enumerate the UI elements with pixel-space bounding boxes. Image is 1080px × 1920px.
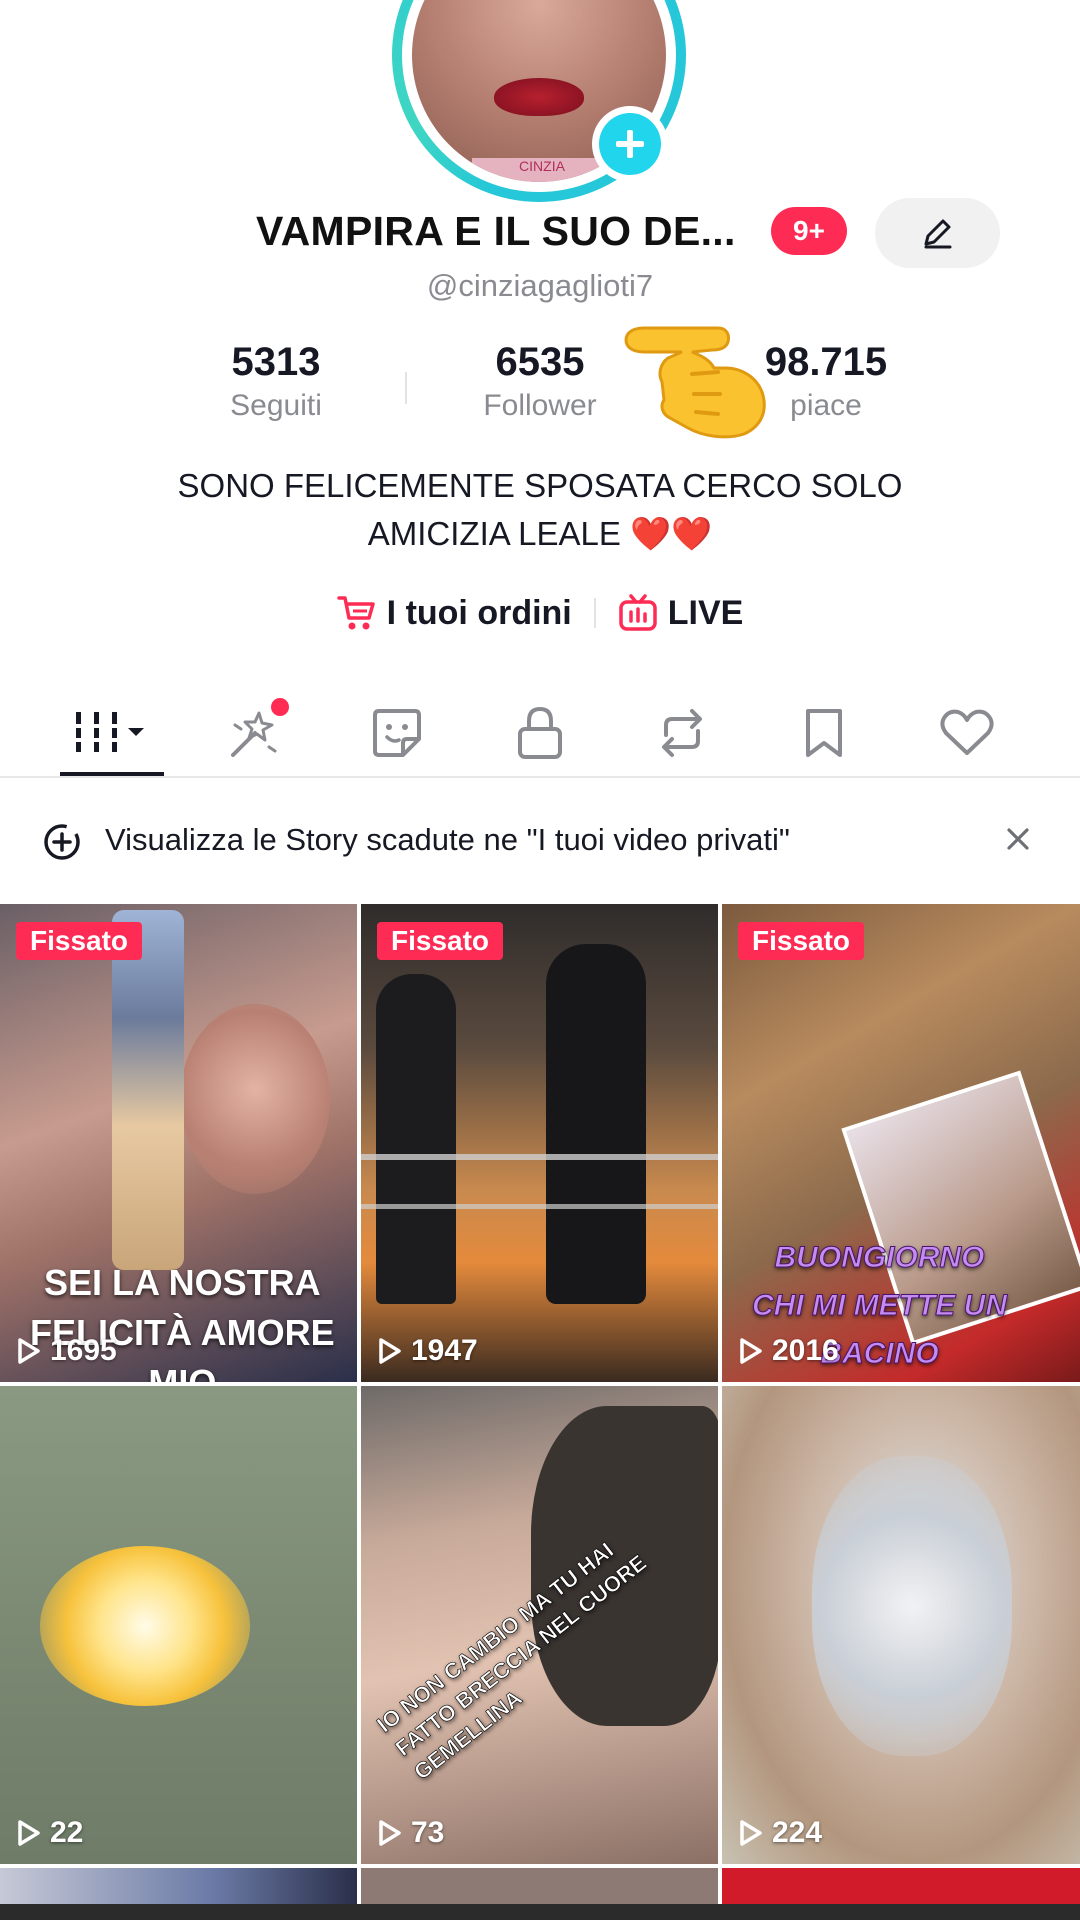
play-icon — [18, 1820, 40, 1846]
orders-link[interactable]: I tuoi ordini — [336, 593, 572, 633]
display-name: VAMPIRA E IL SUO DE... — [256, 208, 736, 254]
orders-label: I tuoi ordini — [386, 593, 572, 632]
close-icon[interactable] — [1003, 824, 1033, 854]
pinned-badge: Fissato — [16, 922, 143, 960]
active-tab-indicator — [60, 772, 164, 776]
add-story-button[interactable] — [592, 106, 668, 182]
bookmark-icon — [806, 709, 842, 757]
view-count-value: 1947 — [411, 1334, 478, 1367]
pointing-hand-emoji-icon — [624, 326, 766, 439]
notification-badge[interactable]: 9+ — [771, 207, 847, 255]
figure-graphic — [546, 944, 646, 1304]
play-icon — [18, 1338, 40, 1364]
followers-label: Follower — [483, 389, 597, 422]
following-count: 5313 — [231, 340, 321, 384]
play-icon — [740, 1820, 762, 1846]
lock-icon — [518, 706, 562, 759]
view-count: 22 — [16, 1816, 83, 1850]
video-thumbnail[interactable]: Fissato BUONGIORNO CHI MI METTE UN BACIN… — [722, 904, 1080, 1382]
edit-profile-button[interactable] — [875, 198, 1000, 268]
video-thumbnail[interactable]: Fissato 1947 — [361, 904, 718, 1382]
avatar-caption: CINZIA — [472, 158, 612, 182]
play-icon — [379, 1338, 401, 1364]
video-grid: Fissato SEI LA NOSTRA FELICITÀ AMORE MIO… — [0, 904, 1080, 1920]
video-thumbnail[interactable]: IO NON CAMBIO MA TU HAI FATTO BRECCIA NE… — [361, 1386, 718, 1864]
view-count: 73 — [377, 1816, 444, 1850]
profile-links: I tuoi ordini LIVE — [0, 588, 1080, 638]
tab-videos[interactable] — [42, 690, 182, 776]
view-count-value: 2016 — [772, 1334, 839, 1367]
tab-effects[interactable] — [183, 690, 323, 776]
view-count-value: 73 — [411, 1816, 445, 1849]
bio-line-1: SONO FELICEMENTE SPOSATA CERCO SOLO — [177, 467, 903, 504]
bottom-navigation-edge — [0, 1904, 1080, 1920]
railing-graphic — [361, 1154, 718, 1160]
view-count: 224 — [738, 1816, 822, 1850]
avatar-lips — [494, 78, 584, 116]
sticker-face-icon — [373, 709, 421, 757]
pencil-icon — [924, 219, 952, 249]
magic-wand-icon — [231, 711, 277, 757]
tab-stickers[interactable] — [327, 690, 467, 776]
view-count-value: 1695 — [50, 1334, 117, 1367]
plus-icon — [599, 113, 661, 175]
video-thumbnail[interactable]: 224 — [722, 1386, 1080, 1864]
railing-graphic — [361, 1204, 718, 1209]
play-icon — [740, 1338, 762, 1364]
view-count-value: 22 — [50, 1816, 84, 1849]
links-divider — [593, 598, 596, 628]
shopping-cart-icon — [336, 596, 375, 630]
view-count: 2016 — [738, 1334, 839, 1368]
following-label: Seguiti — [230, 389, 322, 422]
video-thumbnail[interactable]: 22 — [0, 1386, 357, 1864]
repost-icon — [662, 709, 702, 757]
bio-hearts: ❤️❤️ — [630, 515, 713, 552]
pinned-badge: Fissato — [738, 922, 865, 960]
bio: SONO FELICEMENTE SPOSATA CERCO SOLO AMIC… — [0, 462, 1080, 558]
followers-count: 6535 — [495, 340, 585, 384]
play-icon — [379, 1820, 401, 1846]
tab-liked[interactable] — [897, 690, 1037, 776]
grid-videos-icon — [72, 712, 144, 752]
tab-private[interactable] — [470, 690, 610, 776]
profile-tabs — [0, 690, 1080, 778]
tab-saved[interactable] — [754, 690, 894, 776]
view-count: 1695 — [16, 1334, 117, 1368]
live-tv-icon — [619, 594, 657, 631]
live-link[interactable]: LIVE — [618, 593, 744, 633]
video-thumbnail[interactable]: Fissato SEI LA NOSTRA FELICITÀ AMORE MIO… — [0, 904, 357, 1382]
pinned-badge: Fissato — [377, 922, 504, 960]
light-blob-graphic — [40, 1546, 250, 1706]
tab-reposts[interactable] — [612, 690, 752, 776]
view-count: 1947 — [377, 1334, 478, 1368]
username: @cinziagaglioti7 — [426, 268, 654, 303]
expired-stories-banner[interactable]: Visualizza le Story scadute ne "I tuoi v… — [0, 790, 1080, 890]
blurred-graphic — [812, 1456, 1012, 1756]
banner-text: Visualizza le Story scadute ne "I tuoi v… — [105, 822, 790, 857]
stat-following[interactable]: 5313 Seguiti — [166, 340, 386, 423]
bio-line-2: AMICIZIA LEALE ❤️❤️ — [0, 510, 1080, 558]
stat-divider — [405, 372, 407, 404]
heart-icon — [940, 709, 994, 755]
bio-line-2-text: AMICIZIA LEALE — [367, 515, 621, 552]
figure-graphic — [376, 974, 456, 1304]
face-graphic — [180, 1004, 330, 1194]
sticker-graphic — [112, 910, 184, 1270]
live-label: LIVE — [667, 593, 744, 632]
stat-followers[interactable]: 6535 Follower — [430, 340, 650, 423]
new-content-dot — [271, 698, 289, 716]
add-story-circle-icon — [44, 824, 80, 860]
view-count-value: 224 — [772, 1816, 823, 1849]
